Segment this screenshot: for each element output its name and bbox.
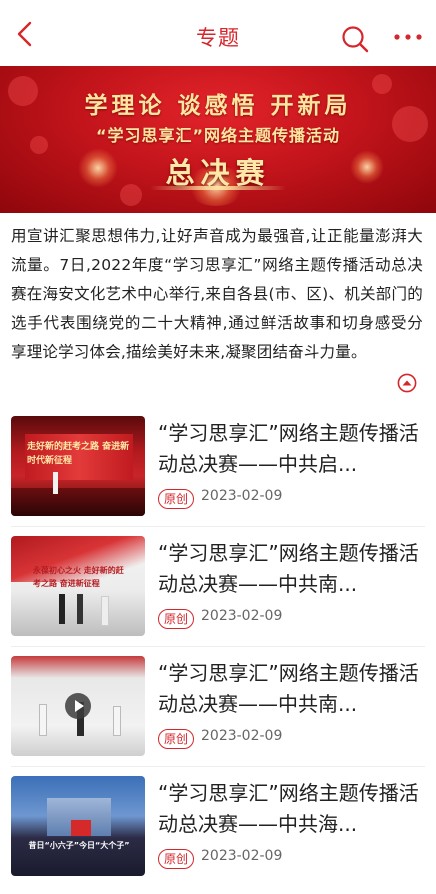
collapse-arrow-icon[interactable] — [397, 373, 417, 393]
search-icon[interactable] — [340, 24, 370, 54]
original-badge: 原创 — [158, 849, 195, 869]
article-thumbnail[interactable]: 昔日“小六子”今日“大个子” — [11, 776, 145, 876]
topic-introduction: 用宣讲汇聚思想伟力,让好声音成为最强音,让正能量澎湃大流量。7日,2022年度“… — [11, 227, 423, 361]
top-navigation-bar: 专题 — [0, 0, 436, 66]
divider — [11, 766, 425, 767]
article-title[interactable]: “学习思享汇”网络主题传播活动总决赛——中共海... — [158, 778, 420, 840]
original-badge: 原创 — [158, 729, 195, 749]
thumbnail-caption: 走好新的赶考之路 奋进新时代新征程 — [27, 442, 130, 466]
article-thumbnail[interactable] — [11, 656, 145, 756]
page-title: 专题 — [196, 26, 240, 50]
article-thumbnail[interactable]: 走好新的赶考之路 奋进新时代新征程 — [11, 416, 145, 516]
divider — [11, 526, 425, 527]
banner-stage-light — [150, 186, 286, 190]
topic-banner: 学理论 谈感悟 开新局 “学习思享汇”网络主题传播活动 总决赛 — [0, 66, 436, 213]
list-item[interactable]: 永葆初心之火 走好新的赶考之路 奋进新征程 “学习思享汇”网络主题传播活动总决赛… — [0, 536, 436, 654]
list-item[interactable]: 走好新的赶考之路 奋进新时代新征程 “学习思享汇”网络主题传播活动总决赛——中共… — [0, 416, 436, 534]
original-badge: 原创 — [158, 609, 195, 629]
banner-subtitle: “学习思享汇”网络主题传播活动 — [95, 126, 341, 145]
original-badge: 原创 — [158, 489, 195, 509]
publish-date: 2023-02-09 — [201, 848, 283, 864]
more-icon[interactable] — [392, 30, 424, 44]
article-title[interactable]: “学习思享汇”网络主题传播活动总决赛——中共南... — [158, 538, 420, 600]
play-icon[interactable] — [65, 693, 91, 719]
thumbnail-caption: 昔日“小六子”今日“大个子” — [28, 841, 130, 850]
list-item[interactable]: “学习思享汇”网络主题传播活动总决赛——中共南... 原创 2023-02-09 — [0, 656, 436, 774]
banner-headline: 学理论 谈感悟 开新局 — [84, 93, 352, 119]
list-item[interactable]: 昔日“小六子”今日“大个子” “学习思享汇”网络主题传播活动总决赛——中共海..… — [0, 776, 436, 894]
publish-date: 2023-02-09 — [201, 488, 283, 504]
divider — [11, 646, 425, 647]
article-title[interactable]: “学习思享汇”网络主题传播活动总决赛——中共启... — [158, 418, 420, 480]
article-thumbnail[interactable]: 永葆初心之火 走好新的赶考之路 奋进新征程 — [11, 536, 145, 636]
publish-date: 2023-02-09 — [201, 728, 283, 744]
article-title[interactable]: “学习思享汇”网络主题传播活动总决赛——中共南... — [158, 658, 420, 720]
thumbnail-caption: 永葆初心之火 走好新的赶考之路 奋进新征程 — [33, 566, 124, 588]
publish-date: 2023-02-09 — [201, 608, 283, 624]
